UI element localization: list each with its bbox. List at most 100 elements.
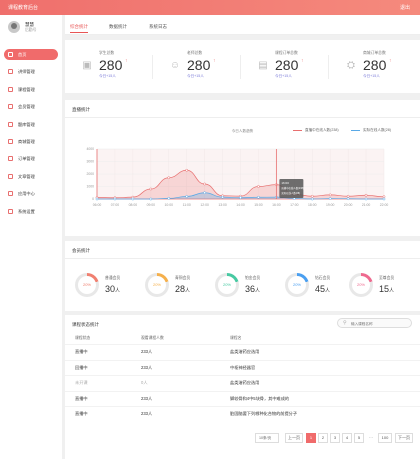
member-count: 45人 (315, 284, 330, 294)
sidebar-item-orders[interactable]: 订单管理 (4, 153, 58, 164)
sidebar-item-apps[interactable]: 应用中心 (4, 188, 58, 199)
x-tick-label: 17:00 (290, 203, 299, 207)
tab-overview[interactable]: 综合统计 (70, 24, 88, 33)
tab-bar: 综合统计 数据统计 系统日志 (65, 15, 420, 35)
search-box[interactable]: ⚲ (337, 318, 412, 328)
x-tick-label: 06:00 (93, 203, 102, 207)
page-button[interactable]: 4 (342, 433, 352, 443)
x-tick-label: 16:00 (272, 203, 281, 207)
sidebar-item-shop[interactable]: 商城管理 (4, 136, 58, 147)
member-label: 铂金会员 (245, 276, 261, 280)
sidebar-item-label: 会员管理 (18, 104, 35, 110)
graduation-cap-icon: ▣ (82, 60, 92, 71)
sidebar-item-courses[interactable]: 课程管理 (4, 84, 58, 95)
table-row[interactable]: 直播中 233人 盐类溶药应选用 (65, 344, 420, 358)
data-point (113, 197, 117, 201)
table-row[interactable]: 直播中 233人 脚较骨和4中5块骨，其中难成的 (65, 390, 420, 405)
sidebar-item-label: 系统设置 (18, 208, 35, 214)
page-button[interactable]: 2 (318, 433, 328, 443)
data-point (167, 176, 171, 180)
progress-ring: 20% (285, 273, 309, 297)
cell-viewers: 233人 (141, 349, 153, 354)
logout-button[interactable]: 退出 (400, 4, 410, 11)
tooltip-line: 实际在线人数(28) (281, 191, 300, 195)
data-point (239, 196, 242, 200)
progress-ring: 20% (215, 273, 239, 297)
member-count-value: 28 (175, 284, 186, 294)
data-point (382, 197, 386, 201)
sidebar-item-question-bank[interactable]: 题库管理 (4, 119, 58, 130)
x-tick-label: 21:00 (362, 203, 371, 207)
member-bronze: 20% 青铜会员 28人 (145, 273, 201, 297)
settings-icon (8, 208, 13, 214)
sidebar-item-teachers[interactable]: 讲师管理 (4, 66, 58, 77)
page-button[interactable]: 3 (330, 433, 340, 443)
table-row[interactable]: 直播中 233人 脏固脑要下列哪种化合物的前提分子 (65, 406, 420, 420)
data-point (185, 168, 189, 172)
sidebar-item-label: 文章管理 (18, 173, 35, 179)
x-tick-label: 15:00 (254, 203, 263, 207)
up-arrow-icon: ↑ (301, 58, 304, 64)
member-count: 28人 (175, 284, 190, 294)
y-tick-label: 3000 (86, 160, 94, 164)
tooltip-time: 16:00 (281, 181, 289, 185)
x-tick-label: 10:00 (165, 203, 174, 207)
x-tick-label: 07:00 (111, 203, 120, 207)
data-point (382, 195, 386, 199)
prev-page-button[interactable]: 上一页 (285, 433, 303, 443)
data-point (346, 197, 350, 201)
data-point (149, 197, 153, 201)
main-content: 综合统计 数据统计 系统日志 ▣ 学生总数 280 ↑ 今日+15人 ☺ 老师总… (65, 15, 420, 459)
data-point (310, 194, 314, 198)
member-count-value: 45 (315, 284, 326, 294)
stat-value: 280 (275, 57, 299, 73)
member-label: 至尊会员 (379, 276, 395, 280)
page-button[interactable]: 5 (354, 433, 364, 443)
cell-course-name: 中枢神经器官 (230, 364, 256, 370)
question-bank-icon (8, 121, 13, 127)
data-point (364, 197, 368, 201)
data-point (149, 187, 153, 191)
member-count: 30人 (105, 284, 120, 294)
avatar[interactable] (8, 21, 20, 33)
cell-viewers: 233人 (141, 395, 153, 401)
page-ellipsis: … (366, 433, 376, 443)
page-button[interactable]: 100 (378, 433, 392, 443)
data-point (221, 195, 224, 199)
sidebar-item-articles[interactable]: 文章管理 (4, 171, 58, 182)
sidebar-item-label: 讲师管理 (18, 69, 35, 75)
member-count-unit: 人 (115, 288, 121, 294)
x-tick-label: 18:00 (308, 203, 317, 207)
member-label: 钻石会员 (315, 276, 331, 280)
search-input[interactable] (351, 320, 409, 327)
tab-system-log[interactable]: 系统日志 (149, 24, 167, 30)
member-label: 普通会员 (105, 276, 121, 280)
page-button[interactable]: 1 (306, 433, 316, 443)
member-count-unit: 人 (389, 288, 395, 294)
page-size-select[interactable]: 10条/页 (255, 433, 279, 443)
tab-data-stats[interactable]: 数据统计 (109, 24, 127, 30)
sidebar-item-label: 题库管理 (18, 121, 35, 127)
data-point (131, 197, 135, 201)
data-point (346, 194, 350, 198)
up-arrow-icon: ↑ (389, 58, 392, 64)
member-count-unit: 人 (325, 288, 331, 294)
sidebar-item-members[interactable]: 会员管理 (4, 101, 58, 112)
member-count-value: 30 (105, 284, 116, 294)
table-row[interactable]: 回播中 233人 中枢神经器官 (65, 359, 420, 374)
teacher-icon: ☺ (169, 60, 181, 71)
table-row[interactable]: 未开课 0人 盐类溶药应选用 (65, 375, 420, 389)
data-point (328, 193, 332, 197)
stat-label: 老师总数 (187, 51, 203, 55)
sidebar-item-label: 首页 (18, 52, 27, 57)
divider (65, 258, 420, 259)
member-count: 15人 (379, 284, 394, 294)
article-icon (8, 173, 13, 179)
sidebar-item-home[interactable]: 首页 (4, 49, 58, 60)
ring-percent: 20% (352, 276, 370, 294)
next-page-button[interactable]: 下一页 (395, 433, 413, 443)
stat-label: 商城订单总数 (363, 51, 386, 55)
sidebar-item-settings[interactable]: 系统设置 (4, 206, 58, 217)
user-role: 后勤号 (25, 28, 37, 32)
cell-status: 直播中 (75, 349, 88, 354)
